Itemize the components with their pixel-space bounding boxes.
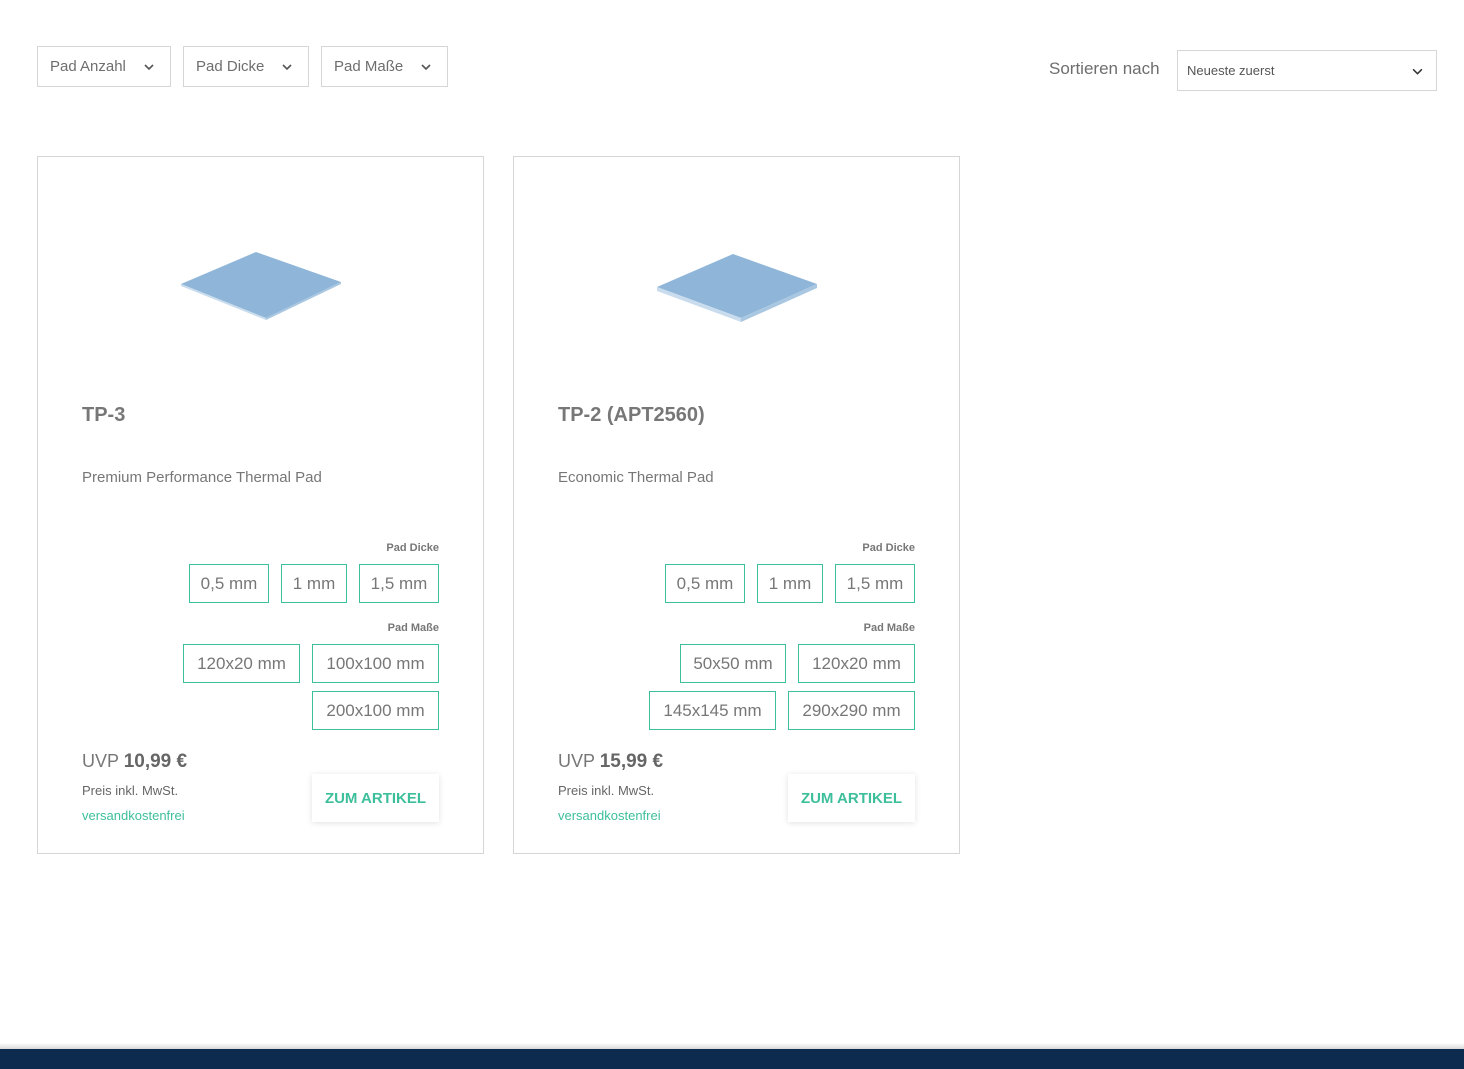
price-prefix: UVP: [558, 751, 595, 771]
thickness-option-chip[interactable]: 1,5 mm: [359, 564, 439, 603]
size-label: Pad Maße: [387, 622, 439, 634]
product-subtitle: Economic Thermal Pad: [558, 469, 714, 486]
size-option-chip[interactable]: 50x50 mm: [680, 644, 786, 683]
size-option-chip[interactable]: 120x20 mm: [183, 644, 300, 683]
filter-pad-anzahl-label: Pad Anzahl: [50, 58, 126, 75]
thickness-label: Pad Dicke: [862, 542, 915, 554]
size-options-row-1: 50x50 mm 120x20 mm: [680, 644, 915, 683]
thickness-option-chip[interactable]: 0,5 mm: [665, 564, 745, 603]
thickness-options: 0,5 mm 1 mm 1,5 mm: [665, 564, 915, 603]
product-card: TP-2 (APT2560) Economic Thermal Pad Pad …: [513, 156, 960, 854]
size-options-row-2: 200x100 mm: [312, 691, 439, 730]
thickness-options: 0,5 mm 1 mm 1,5 mm: [189, 564, 439, 603]
product-title[interactable]: TP-2 (APT2560): [558, 404, 705, 427]
size-option-chip[interactable]: 145x145 mm: [649, 691, 776, 730]
product-card: TP-3 Premium Performance Thermal Pad Pad…: [37, 156, 484, 854]
thickness-option-chip[interactable]: 1 mm: [757, 564, 823, 603]
zum-artikel-button[interactable]: ZUM ARTIKEL: [312, 774, 439, 822]
tax-note: Preis inkl. MwSt.: [82, 783, 179, 798]
size-label: Pad Maße: [863, 622, 915, 634]
footer-bar: [0, 1049, 1464, 1069]
zum-artikel-button[interactable]: ZUM ARTIKEL: [788, 774, 915, 822]
filter-pad-dicke-button[interactable]: Pad Dicke: [183, 46, 309, 87]
sort-select[interactable]: Neueste zuerst: [1177, 50, 1437, 91]
size-option-chip[interactable]: 290x290 mm: [788, 691, 915, 730]
chevron-down-icon: [144, 64, 154, 71]
price-value: 15,99 €: [599, 751, 664, 772]
product-image: [181, 252, 341, 320]
shipping-note: versandkostenfrei: [558, 808, 661, 823]
thickness-option-chip[interactable]: 1,5 mm: [835, 564, 915, 603]
product-title[interactable]: TP-3: [82, 404, 125, 427]
thickness-option-chip[interactable]: 1 mm: [281, 564, 347, 603]
chevron-down-icon: [1412, 68, 1423, 75]
size-options-row-2: 145x145 mm 290x290 mm: [649, 691, 915, 730]
tax-note: Preis inkl. MwSt.: [558, 783, 655, 798]
size-option-chip[interactable]: 200x100 mm: [312, 691, 439, 730]
filter-pad-masse-label: Pad Maße: [334, 58, 404, 75]
price-prefix: UVP: [82, 751, 119, 771]
filter-pad-masse-button[interactable]: Pad Maße: [321, 46, 448, 87]
price: UVP 15,99 €: [558, 751, 663, 773]
size-options-row-1: 120x20 mm 100x100 mm: [183, 644, 439, 683]
size-option-chip[interactable]: 100x100 mm: [312, 644, 439, 683]
sort-selected-value: Neueste zuerst: [1187, 63, 1275, 78]
size-option-chip[interactable]: 120x20 mm: [798, 644, 915, 683]
filter-pad-anzahl-button[interactable]: Pad Anzahl: [37, 46, 171, 87]
filter-pad-dicke-label: Pad Dicke: [196, 58, 265, 75]
shipping-note: versandkostenfrei: [82, 808, 185, 823]
product-subtitle: Premium Performance Thermal Pad: [82, 469, 322, 486]
sort-label: Sortieren nach: [1049, 59, 1160, 78]
chevron-down-icon: [421, 64, 431, 71]
chevron-down-icon: [282, 64, 292, 71]
thickness-label: Pad Dicke: [386, 542, 439, 554]
product-image: [657, 254, 817, 322]
price-value: 10,99 €: [123, 751, 188, 772]
thickness-option-chip[interactable]: 0,5 mm: [189, 564, 269, 603]
price: UVP 10,99 €: [82, 751, 187, 773]
